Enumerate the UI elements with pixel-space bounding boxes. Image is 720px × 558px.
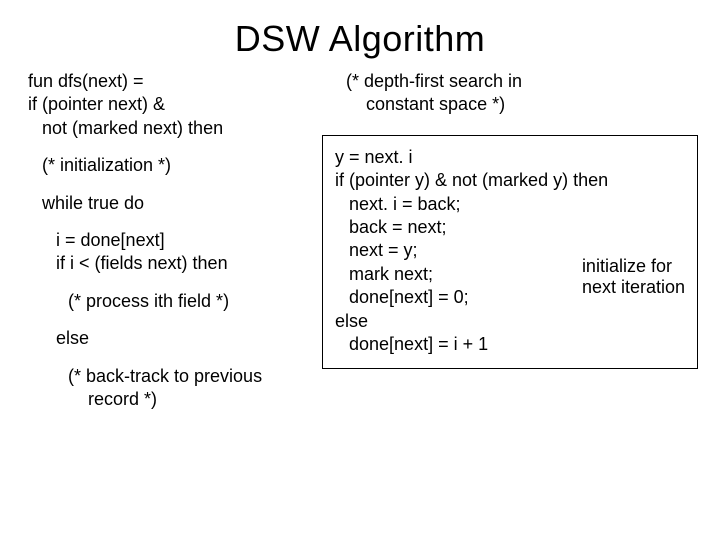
code-line: next. i = back; [335,193,685,216]
annotation-line: next iteration [582,277,685,299]
code-block-fun: fun dfs(next) = if (pointer next) & not … [28,70,322,140]
right-column: (* depth-first search in constant space … [322,70,698,425]
annotation-initialize: initialize for next iteration [582,256,685,299]
code-line: not (marked next) then [28,117,322,140]
code-line: else [335,310,685,333]
comment-process: (* process ith field *) [28,290,322,313]
boxed-code: y = next. i if (pointer y) & not (marked… [322,135,698,370]
code-line: y = next. i [335,146,685,169]
code-line: fun dfs(next) = [28,70,322,93]
code-block-i: i = done[next] if i < (fields next) then [28,229,322,276]
left-column: fun dfs(next) = if (pointer next) & not … [28,70,322,425]
annotation-line: initialize for [582,256,685,278]
code-line: i = done[next] [28,229,322,252]
code-line: if (pointer y) & not (marked y) then [335,169,685,192]
code-line: if i < (fields next) then [28,252,322,275]
code-line: (* depth-first search in [346,70,698,93]
code-line-while: while true do [28,192,322,215]
code-line: constant space *) [346,93,698,116]
code-line: record *) [28,388,322,411]
code-line-else: else [28,327,322,350]
comment-backtrack: (* back-track to previous record *) [28,365,322,412]
comment-dfs: (* depth-first search in constant space … [346,70,698,117]
code-line: (* back-track to previous [28,365,322,388]
slide-content: fun dfs(next) = if (pointer next) & not … [0,70,720,425]
comment-init: (* initialization *) [28,154,322,177]
code-line: if (pointer next) & [28,93,322,116]
slide-title: DSW Algorithm [0,18,720,60]
code-line: back = next; [335,216,685,239]
code-line: done[next] = i + 1 [335,333,685,356]
